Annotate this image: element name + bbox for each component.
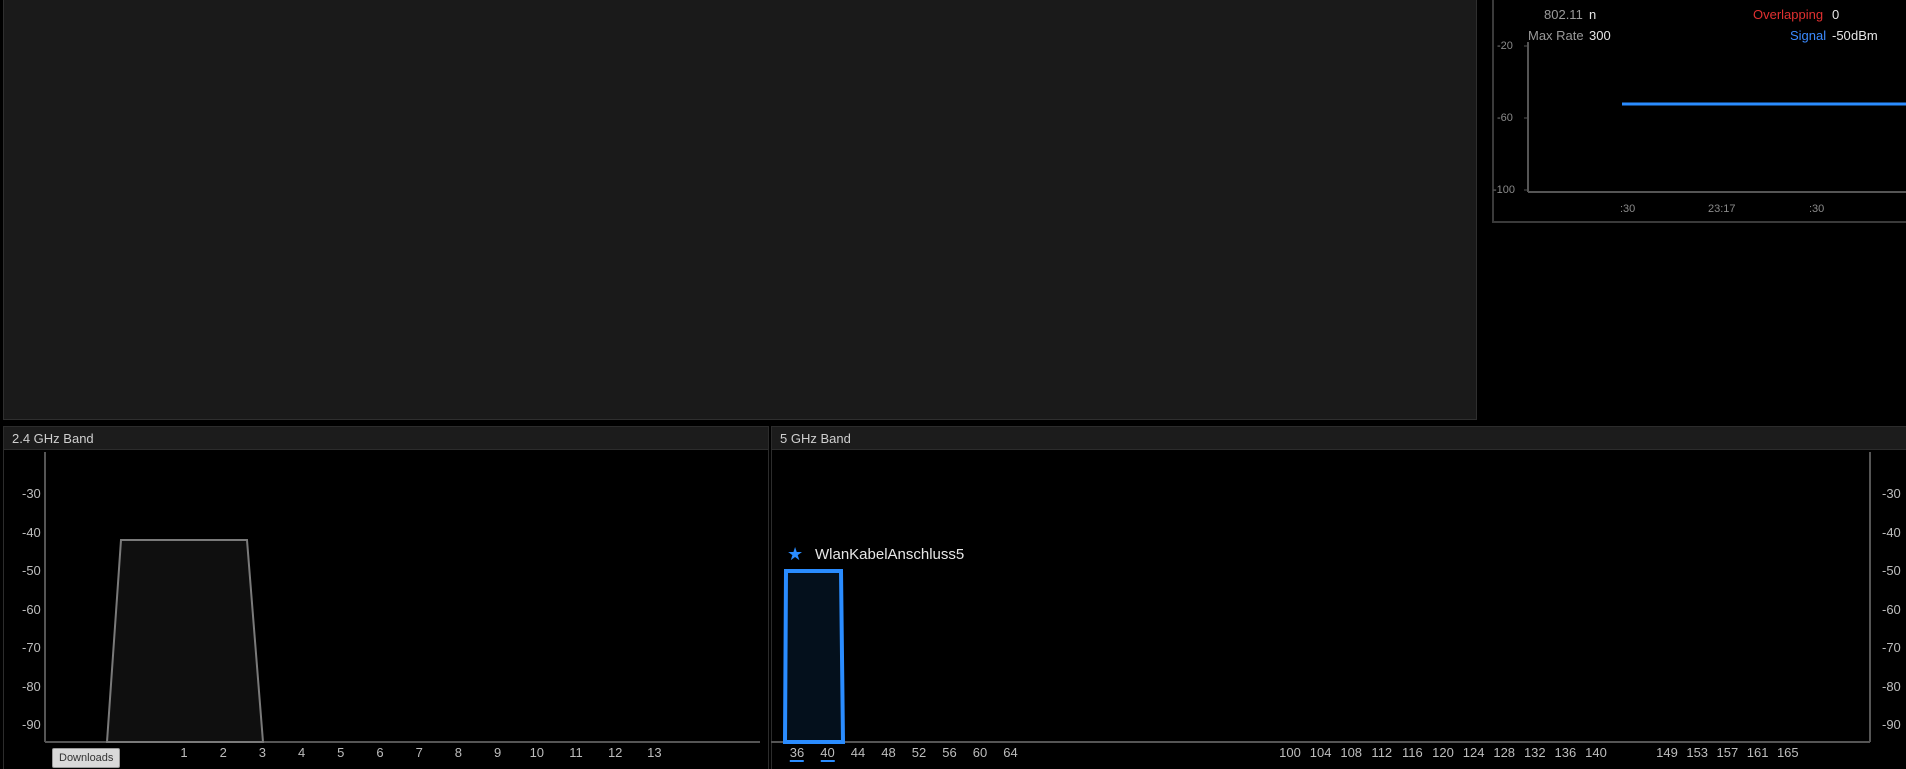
band5-network-trapezoid xyxy=(782,569,846,744)
band5-y-tick: -90 xyxy=(1882,717,1901,732)
band-24ghz-title: 2.4 GHz Band xyxy=(4,426,768,450)
band24-y-tick: -40 xyxy=(22,525,41,540)
band5-y-tick: -80 xyxy=(1882,679,1901,694)
network-name-label[interactable]: WlanKabelAnschluss5 xyxy=(815,546,964,563)
protocol-value: n xyxy=(1589,7,1597,22)
channel-tick: 48 xyxy=(881,745,896,760)
band5-y-tick: -30 xyxy=(1882,486,1901,501)
signal-x-tick: :30 xyxy=(1809,203,1825,215)
network-list-pane[interactable] xyxy=(3,0,1477,420)
channel-tick: 10 xyxy=(529,745,545,760)
overlapping-label: Overlapping xyxy=(1753,7,1824,22)
channel-tick: 153 xyxy=(1686,745,1709,760)
band5-y-tick: -50 xyxy=(1882,563,1901,578)
channel-tick: 140 xyxy=(1585,745,1607,760)
channel-tick: 40 xyxy=(820,745,835,762)
channel-tick: 3 xyxy=(258,745,267,760)
band-24ghz-chart xyxy=(44,452,760,743)
overlapping-value: 0 xyxy=(1832,7,1840,22)
band24-y-tick: -80 xyxy=(22,679,41,694)
channel-tick: 120 xyxy=(1432,745,1454,760)
protocol-label: 802.11 xyxy=(1544,7,1583,22)
channel-tick: 128 xyxy=(1493,745,1516,760)
channel-tick: 136 xyxy=(1554,745,1577,760)
channel-tick: 108 xyxy=(1340,745,1363,760)
channel-tick: 13 xyxy=(647,745,662,760)
channel-tick: 64 xyxy=(1003,745,1018,760)
channel-tick: 100 xyxy=(1279,745,1301,760)
channel-tick: 5 xyxy=(337,745,345,760)
band24-y-tick: -60 xyxy=(22,602,41,617)
signal-x-tick: :30 xyxy=(1620,203,1636,215)
channel-tick: 124 xyxy=(1462,745,1485,760)
band5-y-tick: -40 xyxy=(1882,525,1901,540)
signal-y-tick: -100 xyxy=(1493,184,1516,196)
band5-y-tick: -60 xyxy=(1882,602,1901,617)
channel-tick: 116 xyxy=(1402,745,1423,760)
channel-tick: 161 xyxy=(1746,745,1769,760)
channel-tick: 157 xyxy=(1716,745,1739,760)
channel-tick: 44 xyxy=(850,745,866,760)
downloads-button[interactable]: Downloads xyxy=(52,748,121,768)
band24-y-tick: -70 xyxy=(22,640,41,655)
channel-tick: 132 xyxy=(1523,745,1546,760)
signal-history-chart xyxy=(1524,42,1906,193)
channel-tick: 2 xyxy=(219,745,227,760)
band5-y-tick: -70 xyxy=(1882,640,1901,655)
channel-tick: 8 xyxy=(454,745,463,760)
band24-y-tick: -90 xyxy=(22,717,41,732)
signal-y-tick: -20 xyxy=(1497,40,1513,52)
channel-tick: 11 xyxy=(569,745,583,760)
signal-y-tick: -60 xyxy=(1497,112,1513,124)
channel-tick: 149 xyxy=(1656,745,1678,760)
band-5ghz-chart xyxy=(771,452,1871,744)
channel-tick: 36 xyxy=(789,745,805,762)
band-5ghz-title: 5 GHz Band xyxy=(772,426,1906,450)
network-details-panel: 802.11 n Max Rate 300 Overlapping 0 Sign… xyxy=(1492,0,1906,223)
channel-tick: 104 xyxy=(1309,745,1332,760)
channel-tick: 9 xyxy=(493,745,502,760)
channel-tick: 60 xyxy=(972,745,988,760)
channel-tick: 6 xyxy=(376,745,384,760)
channel-tick: 112 xyxy=(1371,745,1393,760)
channel-tick: 7 xyxy=(415,745,423,760)
signal-x-tick: 23:17 xyxy=(1708,203,1736,215)
star-icon: ★ xyxy=(787,544,804,564)
channel-tick: 1 xyxy=(180,745,188,760)
channel-tick: 4 xyxy=(297,745,306,760)
channel-tick: 165 xyxy=(1776,745,1799,760)
channel-tick: 56 xyxy=(942,745,957,760)
band24-y-tick: -50 xyxy=(22,563,41,578)
channel-tick: 52 xyxy=(911,745,927,760)
band24-network-trapezoid xyxy=(105,539,265,743)
channel-tick: 12 xyxy=(607,745,623,760)
band24-y-tick: -30 xyxy=(22,486,41,501)
